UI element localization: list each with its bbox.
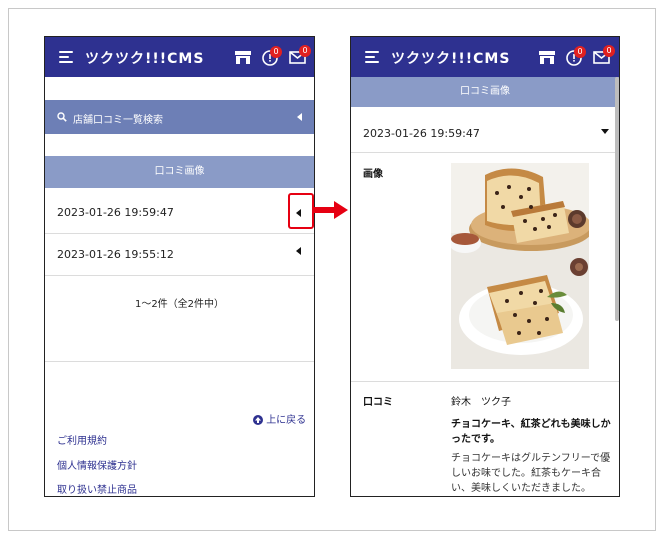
notification-icon[interactable]: 0 [261,46,282,67]
review-label: 口コミ [363,397,393,408]
pagination-info: 1～2件（全2件中） [134,299,225,310]
brand-logo[interactable]: ツクツク!!!CMS [391,48,510,68]
review-body-line-1: チョコケーキはグルテンフリーで優 [451,453,611,464]
review-body-line-2: しいお味でした。紅茶もケーキ合 [451,468,601,479]
back-to-top-label: 上に戻る [266,415,307,426]
highlight-box [288,193,314,229]
divider [45,361,314,362]
arrow-right-icon [314,201,348,219]
image-label: 画像 [363,169,383,180]
expand-caret-icon[interactable] [296,247,301,255]
divider [351,381,619,382]
reviewer-name: 鈴木 ツク子 [451,397,511,408]
brand-logo[interactable]: ツクツク!!!CMS [85,48,204,68]
notification-badge: 0 [574,46,586,58]
review-title-line-2: ったです。 [451,434,500,445]
app-header: ツクツク!!!CMS 0 0 [351,37,619,77]
search-label: 店舗口コミ一覧検索 [73,115,163,126]
terms-link[interactable]: ご利用規約 [57,432,107,447]
hamburger-menu-icon[interactable] [59,51,73,63]
review-title-line-1: チョコケーキ、紅茶どれも美味しか [451,419,611,430]
back-to-top-link[interactable]: 上に戻る [253,411,306,426]
mail-icon[interactable]: 0 [288,45,311,67]
prohibited-items-link[interactable]: 取り扱い禁止商品 [57,481,137,496]
list-item[interactable]: 2023-01-26 19:55:12 [45,234,314,276]
caret-left-icon [297,113,302,121]
arrow-up-circle-icon [253,415,263,425]
phone-screen-detail: ツクツク!!!CMS 0 0 口コミ画像 2023-01-26 19:59:47… [350,36,620,497]
list-item[interactable]: 2023-01-26 19:59:47 [45,192,314,234]
mail-icon[interactable]: 0 [592,45,615,67]
store-icon[interactable] [233,47,253,67]
store-icon[interactable] [537,47,557,67]
notification-icon[interactable]: 0 [565,46,586,67]
list-item-expanded[interactable]: 2023-01-26 19:59:47 [351,113,619,153]
mail-badge: 0 [299,45,311,57]
search-accordion[interactable]: 店舗口コミ一覧検索 [45,100,314,134]
review-datetime: 2023-01-26 19:59:47 [363,127,480,140]
review-datetime: 2023-01-26 19:55:12 [57,248,174,261]
section-title: 口コミ画像 [351,77,619,107]
search-icon [57,112,67,122]
section-title: 口コミ画像 [45,156,314,188]
review-body-line-3: い、美味しくいただきました。 [451,483,591,494]
review-photo[interactable] [451,163,589,369]
collapse-caret-icon[interactable] [601,129,609,134]
phone-screen-list: ツクツク!!!CMS 0 0 店舗口コミ一覧検索 口コミ画像 2023-01-2… [44,36,315,497]
privacy-policy-link[interactable]: 個人情報保護方針 [57,457,137,472]
hamburger-menu-icon[interactable] [365,51,379,63]
review-datetime: 2023-01-26 19:59:47 [57,206,174,219]
scrollbar-thumb[interactable] [615,77,619,321]
mail-badge: 0 [603,45,615,57]
app-header: ツクツク!!!CMS 0 0 [45,37,314,77]
notification-badge: 0 [270,46,282,58]
